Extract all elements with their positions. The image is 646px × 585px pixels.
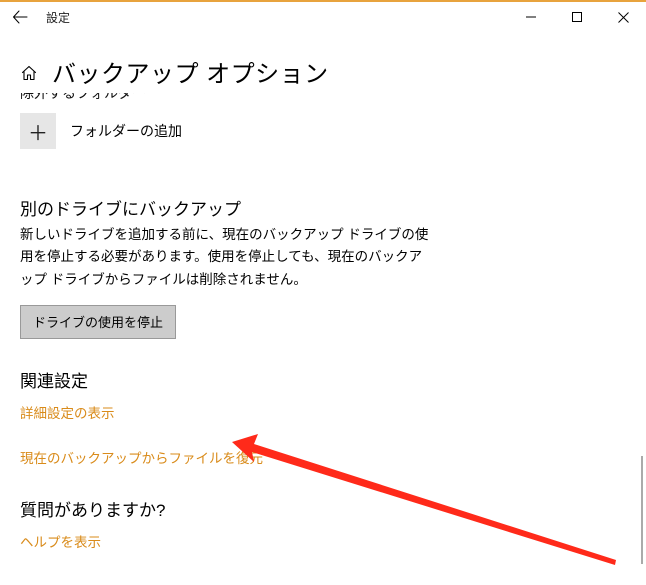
maximize-icon (572, 12, 582, 22)
window-controls (508, 2, 646, 32)
section-question-title: 質問がありますか? (20, 496, 626, 521)
minimize-icon (526, 12, 536, 22)
section-other-drive-title: 別のドライブにバックアップ (20, 195, 626, 220)
add-folder-button[interactable]: ＋ (20, 113, 56, 149)
add-folder-row: ＋ フォルダーの追加 (20, 113, 626, 149)
page-title: バックアップ オプション (52, 54, 329, 89)
link-advanced-settings[interactable]: 詳細設定の表示 (20, 402, 115, 422)
cutoff-section-title: 除外するフォルダー (20, 93, 626, 103)
settings-window: 設定 (0, 0, 646, 585)
scrollbar-thumb[interactable] (641, 456, 643, 564)
link-restore-files[interactable]: 現在のバックアップからファイルを復元 (20, 447, 263, 467)
home-icon[interactable] (20, 64, 38, 82)
maximize-button[interactable] (554, 2, 600, 32)
stop-drive-button[interactable]: ドライブの使用を停止 (20, 305, 176, 339)
plus-icon: ＋ (28, 117, 48, 146)
titlebar: 設定 (0, 2, 646, 32)
minimize-button[interactable] (508, 2, 554, 32)
window-title: 設定 (46, 9, 70, 26)
back-arrow-icon (12, 9, 28, 25)
section-related-title: 関連設定 (20, 367, 626, 392)
back-button[interactable] (0, 2, 40, 32)
close-button[interactable] (600, 2, 646, 32)
link-help[interactable]: ヘルプを表示 (20, 531, 101, 551)
close-icon (618, 12, 629, 23)
content-area: 除外するフォルダー ＋ フォルダーの追加 別のドライブにバックアップ 新しいドラ… (0, 93, 646, 552)
page-header: バックアップ オプション (0, 54, 646, 89)
add-folder-label: フォルダーの追加 (70, 121, 182, 141)
section-other-drive-body: 新しいドライブを追加する前に、現在のバックアップ ドライブの使用を停止する必要が… (20, 224, 430, 291)
